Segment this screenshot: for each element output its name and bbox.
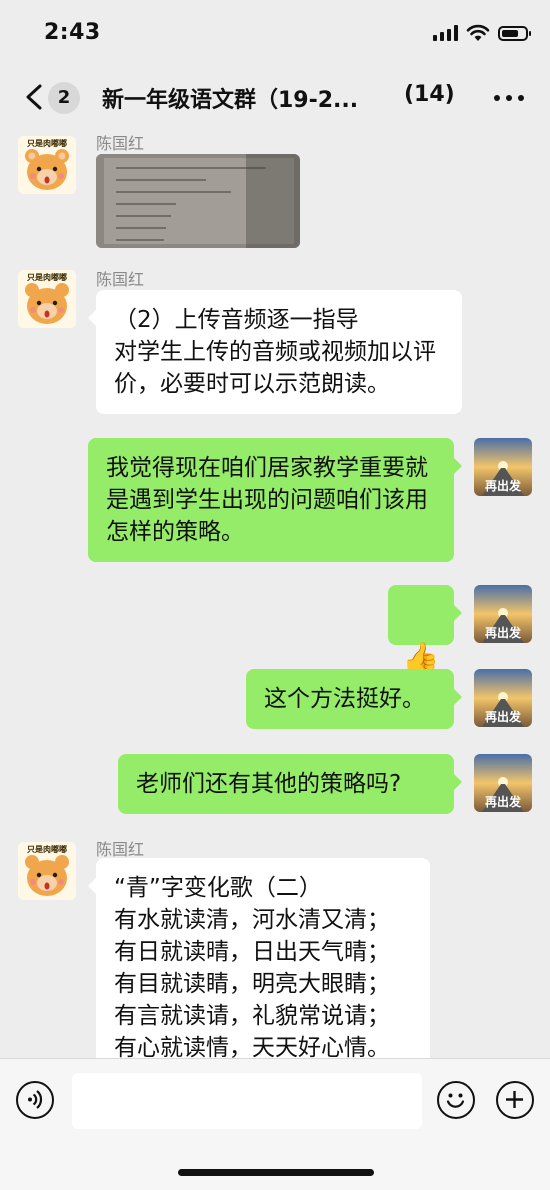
- add-more-icon[interactable]: [496, 1081, 534, 1119]
- my-avatar[interactable]: 再出发: [474, 438, 532, 496]
- road-sunrise-avatar-icon: 再出发: [474, 669, 532, 727]
- emoji-icon[interactable]: [437, 1081, 475, 1119]
- emoji-message-bubble[interactable]: 👍: [388, 585, 462, 676]
- svg-text:再出发: 再出发: [485, 478, 522, 493]
- my-avatar[interactable]: 再出发: [474, 585, 532, 643]
- my-avatar[interactable]: 再出发: [474, 669, 532, 727]
- outgoing-message-bubble[interactable]: 这个方法挺好。: [246, 669, 462, 729]
- home-indicator: [178, 1169, 374, 1176]
- status-icons: [433, 24, 531, 42]
- sender-name: 陈国红: [96, 840, 145, 859]
- cartoon-bear-avatar-icon: 只是肉嘟嘟: [18, 842, 76, 900]
- outgoing-message-bubble[interactable]: 老师们还有其他的策略吗?: [118, 754, 462, 814]
- member-count: (14): [404, 82, 455, 107]
- road-sunrise-avatar-icon: 再出发: [474, 754, 532, 812]
- sender-avatar[interactable]: 只是肉嘟嘟: [18, 842, 76, 900]
- voice-input-icon[interactable]: [16, 1081, 54, 1119]
- svg-text:只是肉嘟嘟: 只是肉嘟嘟: [27, 844, 67, 854]
- status-bar: 2:43: [0, 0, 550, 66]
- back-chevron-icon[interactable]: [18, 80, 52, 114]
- outgoing-message-bubble[interactable]: 我觉得现在咱们居家教学重要就是遇到学生出现的问题咱们该用怎样的策略。: [88, 438, 462, 562]
- status-time: 2:43: [44, 20, 101, 45]
- wifi-icon: [466, 24, 490, 41]
- road-sunrise-avatar-icon: 再出发: [474, 585, 532, 643]
- cartoon-bear-avatar-icon: 只是肉嘟嘟: [18, 270, 76, 328]
- incoming-message-bubble[interactable]: “青”字变化歌（二） 有水就读清，河水清又清； 有日就读晴，日出天气晴； 有目就…: [88, 858, 430, 1058]
- svg-text:只是肉嘟嘟: 只是肉嘟嘟: [27, 138, 67, 148]
- sender-name: 陈国红: [96, 134, 145, 153]
- smiley-face-icon: [446, 1093, 465, 1108]
- sender-name: 陈国红: [96, 270, 145, 289]
- svg-text:只是肉嘟嘟: 只是肉嘟嘟: [27, 272, 67, 282]
- battery-icon: [498, 25, 531, 41]
- sender-avatar[interactable]: 只是肉嘟嘟: [18, 136, 76, 194]
- sender-avatar[interactable]: 只是肉嘟嘟: [18, 270, 76, 328]
- my-avatar[interactable]: 再出发: [474, 754, 532, 812]
- svg-text:再出发: 再出发: [485, 794, 522, 809]
- cellular-signal-icon: [433, 25, 458, 41]
- document-photo-icon: [96, 154, 300, 248]
- chat-header: 2 新一年级语文群（19-2... (14): [0, 66, 550, 128]
- image-message[interactable]: [96, 154, 300, 248]
- plus-icon: [506, 1091, 523, 1108]
- svg-text:再出发: 再出发: [485, 625, 522, 640]
- message-input[interactable]: [72, 1073, 422, 1129]
- incoming-message-bubble[interactable]: （2）上传音频逐一指导 对学生上传的音频或视频加以评价，必要时可以示范朗读。: [88, 290, 462, 414]
- svg-text:再出发: 再出发: [485, 709, 522, 724]
- more-options-icon[interactable]: [494, 95, 524, 101]
- cartoon-bear-avatar-icon: 只是肉嘟嘟: [18, 136, 76, 194]
- chat-title: 新一年级语文群（19-2...: [102, 88, 359, 113]
- road-sunrise-avatar-icon: 再出发: [474, 438, 532, 496]
- message-list[interactable]: 只是肉嘟嘟 陈国红 只是肉嘟嘟 陈国红 （2）上传音频逐一指导 对学生上传的音频…: [0, 128, 550, 1058]
- sound-wave-icon: [28, 1090, 43, 1109]
- unread-badge[interactable]: 2: [48, 82, 80, 114]
